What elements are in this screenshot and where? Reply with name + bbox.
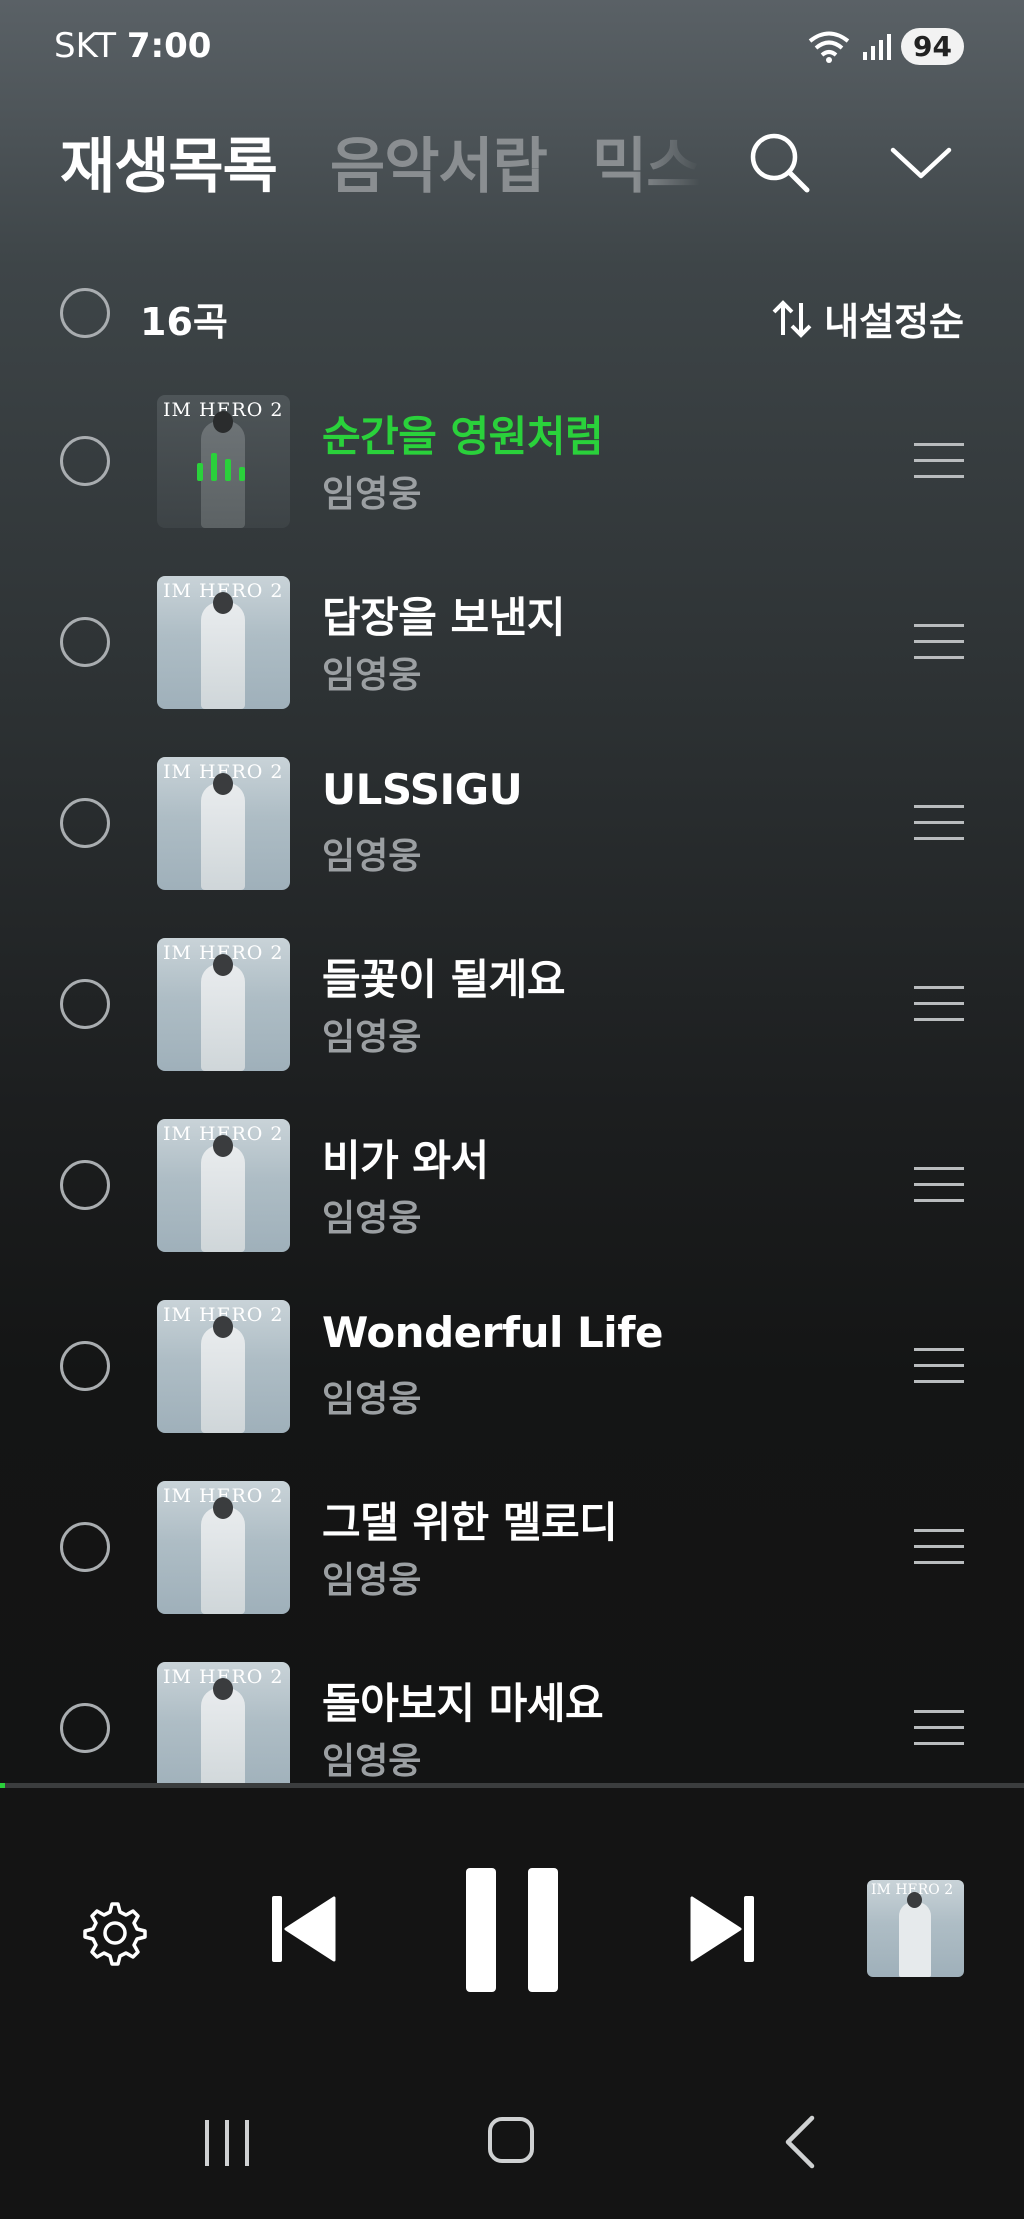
track-row[interactable]: IM HERO 2 ULSSIGU 임영웅 (0, 757, 1024, 890)
sort-label: 내설정순 (824, 300, 964, 344)
album-cover: IM HERO 2 (157, 395, 290, 528)
search-icon[interactable] (745, 128, 815, 198)
album-cover: IM HERO 2 (157, 1119, 290, 1252)
list-header: 16곡 내설정순 (60, 285, 964, 345)
drag-handle-icon[interactable] (914, 1348, 964, 1386)
track-row[interactable]: IM HERO 2 비가 와서 임영웅 (0, 1119, 1024, 1252)
track-title: ULSSIGU (322, 765, 523, 814)
album-cover: IM HERO 2 (157, 757, 290, 890)
album-cover: IM HERO 2 (157, 938, 290, 1071)
carrier-label: SKT (54, 26, 117, 66)
track-artist: 임영웅 (322, 1560, 422, 1601)
sort-arrows-icon (772, 299, 812, 338)
clock: 7:00 (126, 26, 212, 66)
track-artist: 임영웅 (322, 1198, 422, 1239)
track-artist: 임영웅 (322, 1741, 422, 1782)
signal-icon (863, 33, 892, 60)
track-select-checkbox[interactable] (60, 979, 110, 1029)
tab-mix[interactable]: 믹스 (592, 118, 701, 205)
sort-button[interactable]: 내설정순 (770, 291, 964, 346)
album-cover: IM HERO 2 (157, 576, 290, 709)
system-nav-bar (0, 2048, 1024, 2219)
recent-apps-icon[interactable] (205, 2120, 249, 2166)
battery-badge: 94 (901, 28, 964, 65)
track-select-checkbox[interactable] (60, 798, 110, 848)
track-row[interactable]: IM HERO 2 Wonderful Life 임영웅 (0, 1300, 1024, 1433)
back-icon[interactable] (780, 2114, 820, 2170)
track-artist: 임영웅 (322, 1017, 422, 1058)
track-row[interactable]: IM HERO 2 순간을 영원처럼 임영웅 (0, 395, 1024, 528)
track-artist: 임영웅 (322, 474, 422, 515)
track-title: 들꽃이 될게요 (322, 955, 565, 1004)
track-row[interactable]: IM HERO 2 들꽃이 될게요 임영웅 (0, 938, 1024, 1071)
track-select-checkbox[interactable] (60, 436, 110, 486)
wifi-icon (808, 31, 850, 63)
track-artist: 임영웅 (322, 655, 422, 696)
track-title: 돌아보지 마세요 (322, 1679, 604, 1728)
album-cover: IM HERO 2 (157, 1300, 290, 1433)
drag-handle-icon[interactable] (914, 986, 964, 1024)
status-icons: 94 (807, 28, 964, 65)
now-playing-cover[interactable]: IM HERO 2 (867, 1880, 964, 1977)
track-count: 16곡 (140, 300, 228, 344)
gear-icon[interactable] (80, 1898, 150, 1968)
drag-handle-icon[interactable] (914, 443, 964, 481)
tab-music-drawer[interactable]: 음악서랍 (330, 118, 548, 205)
mini-player: IM HERO 2 (0, 1788, 1024, 2048)
track-row[interactable]: IM HERO 2 돌아보지 마세요 임영웅 (0, 1662, 1024, 1783)
track-title: Wonderful Life (322, 1308, 663, 1357)
track-select-checkbox[interactable] (60, 1703, 110, 1753)
drag-handle-icon[interactable] (914, 1710, 964, 1748)
track-artist: 임영웅 (322, 836, 422, 877)
status-bar: SKT 7:00 94 (0, 0, 1024, 100)
home-icon[interactable] (488, 2117, 534, 2163)
album-cover: IM HERO 2 (157, 1481, 290, 1614)
track-title: 순간을 영원처럼 (322, 412, 604, 461)
top-tabs: 재생목록 음악서랍 믹스 (60, 118, 1024, 202)
skip-next-icon[interactable] (690, 1894, 756, 1964)
pause-button[interactable] (466, 1868, 558, 1992)
track-row[interactable]: IM HERO 2 그댈 위한 멜로디 임영웅 (0, 1481, 1024, 1614)
status-carrier-time: SKT 7:00 (54, 26, 211, 66)
track-title: 답장을 보낸지 (322, 593, 565, 642)
chevron-down-icon[interactable] (890, 138, 952, 188)
drag-handle-icon[interactable] (914, 624, 964, 662)
skip-previous-icon[interactable] (270, 1894, 336, 1964)
drag-handle-icon[interactable] (914, 805, 964, 843)
track-select-checkbox[interactable] (60, 1522, 110, 1572)
album-cover: IM HERO 2 (157, 1662, 290, 1783)
track-row[interactable]: IM HERO 2 답장을 보낸지 임영웅 (0, 576, 1024, 709)
drag-handle-icon[interactable] (914, 1167, 964, 1205)
track-list[interactable]: IM HERO 2 순간을 영원처럼 임영웅 IM HERO 2 답장을 보낸지… (0, 395, 1024, 1783)
select-all-checkbox[interactable] (60, 288, 110, 338)
track-select-checkbox[interactable] (60, 617, 110, 667)
track-select-checkbox[interactable] (60, 1341, 110, 1391)
track-title: 그댈 위한 멜로디 (322, 1498, 618, 1547)
equalizer-icon (197, 451, 245, 481)
track-artist: 임영웅 (322, 1379, 422, 1420)
tab-playlist[interactable]: 재생목록 (60, 118, 278, 205)
drag-handle-icon[interactable] (914, 1529, 964, 1567)
track-title: 비가 와서 (322, 1136, 489, 1185)
track-select-checkbox[interactable] (60, 1160, 110, 1210)
